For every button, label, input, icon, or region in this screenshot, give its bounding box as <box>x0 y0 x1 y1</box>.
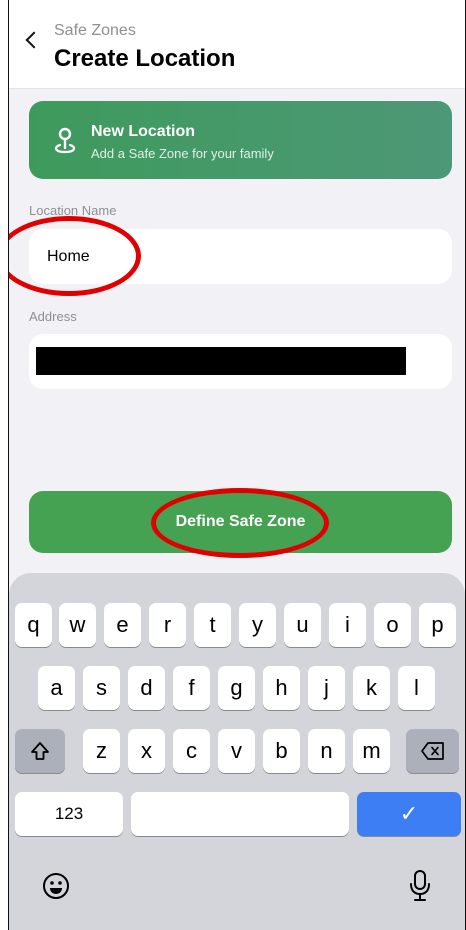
keyboard: q w e r t y u i o p a s d f g h j k l z … <box>9 573 465 930</box>
key-q[interactable]: q <box>15 603 52 647</box>
key-x[interactable]: x <box>128 729 165 773</box>
address-label: Address <box>29 309 77 324</box>
done-key[interactable]: ✓ <box>357 792 461 836</box>
new-location-banner: New Location Add a Safe Zone for your fa… <box>29 101 452 179</box>
define-safe-zone-button[interactable]: Define Safe Zone <box>29 491 452 553</box>
emoji-key[interactable] <box>39 869 73 903</box>
nav-header: Safe Zones Create Location <box>9 0 465 89</box>
key-c[interactable]: c <box>173 729 210 773</box>
key-z[interactable]: z <box>83 729 120 773</box>
shift-icon <box>31 742 49 760</box>
key-p[interactable]: p <box>419 603 456 647</box>
mic-key[interactable] <box>405 867 435 905</box>
key-e[interactable]: e <box>104 603 141 647</box>
space-bar[interactable] <box>131 792 349 836</box>
page-title: Create Location <box>54 45 236 72</box>
backspace-icon <box>420 742 444 760</box>
shift-key[interactable] <box>15 729 65 773</box>
key-s[interactable]: s <box>83 666 120 710</box>
key-l[interactable]: l <box>398 666 435 710</box>
key-d[interactable]: d <box>128 666 165 710</box>
key-u[interactable]: u <box>284 603 321 647</box>
key-t[interactable]: t <box>194 603 231 647</box>
location-name-label: Location Name <box>29 203 117 218</box>
key-h[interactable]: h <box>263 666 300 710</box>
app-screen: Safe Zones Create Location New Location … <box>8 0 466 930</box>
key-w[interactable]: w <box>59 603 96 647</box>
key-o[interactable]: o <box>374 603 411 647</box>
key-b[interactable]: b <box>263 729 300 773</box>
breadcrumb[interactable]: Safe Zones <box>54 22 136 40</box>
back-chevron-icon[interactable] <box>25 31 43 49</box>
delete-key[interactable] <box>406 729 459 773</box>
key-g[interactable]: g <box>218 666 255 710</box>
key-f[interactable]: f <box>173 666 210 710</box>
key-r[interactable]: r <box>149 603 186 647</box>
key-v[interactable]: v <box>218 729 255 773</box>
key-m[interactable]: m <box>353 729 390 773</box>
location-name-input[interactable] <box>29 229 452 284</box>
key-j[interactable]: j <box>308 666 345 710</box>
location-pin-icon <box>54 127 76 154</box>
banner-subtitle: Add a Safe Zone for your family <box>91 146 274 161</box>
numbers-key[interactable]: 123 <box>15 792 123 836</box>
key-a[interactable]: a <box>38 666 75 710</box>
key-n[interactable]: n <box>308 729 345 773</box>
key-i[interactable]: i <box>329 603 366 647</box>
microphone-icon <box>410 870 430 901</box>
emoji-icon <box>43 873 69 899</box>
banner-title: New Location <box>91 123 196 140</box>
key-y[interactable]: y <box>239 603 276 647</box>
key-k[interactable]: k <box>353 666 390 710</box>
redacted-address <box>36 347 406 375</box>
